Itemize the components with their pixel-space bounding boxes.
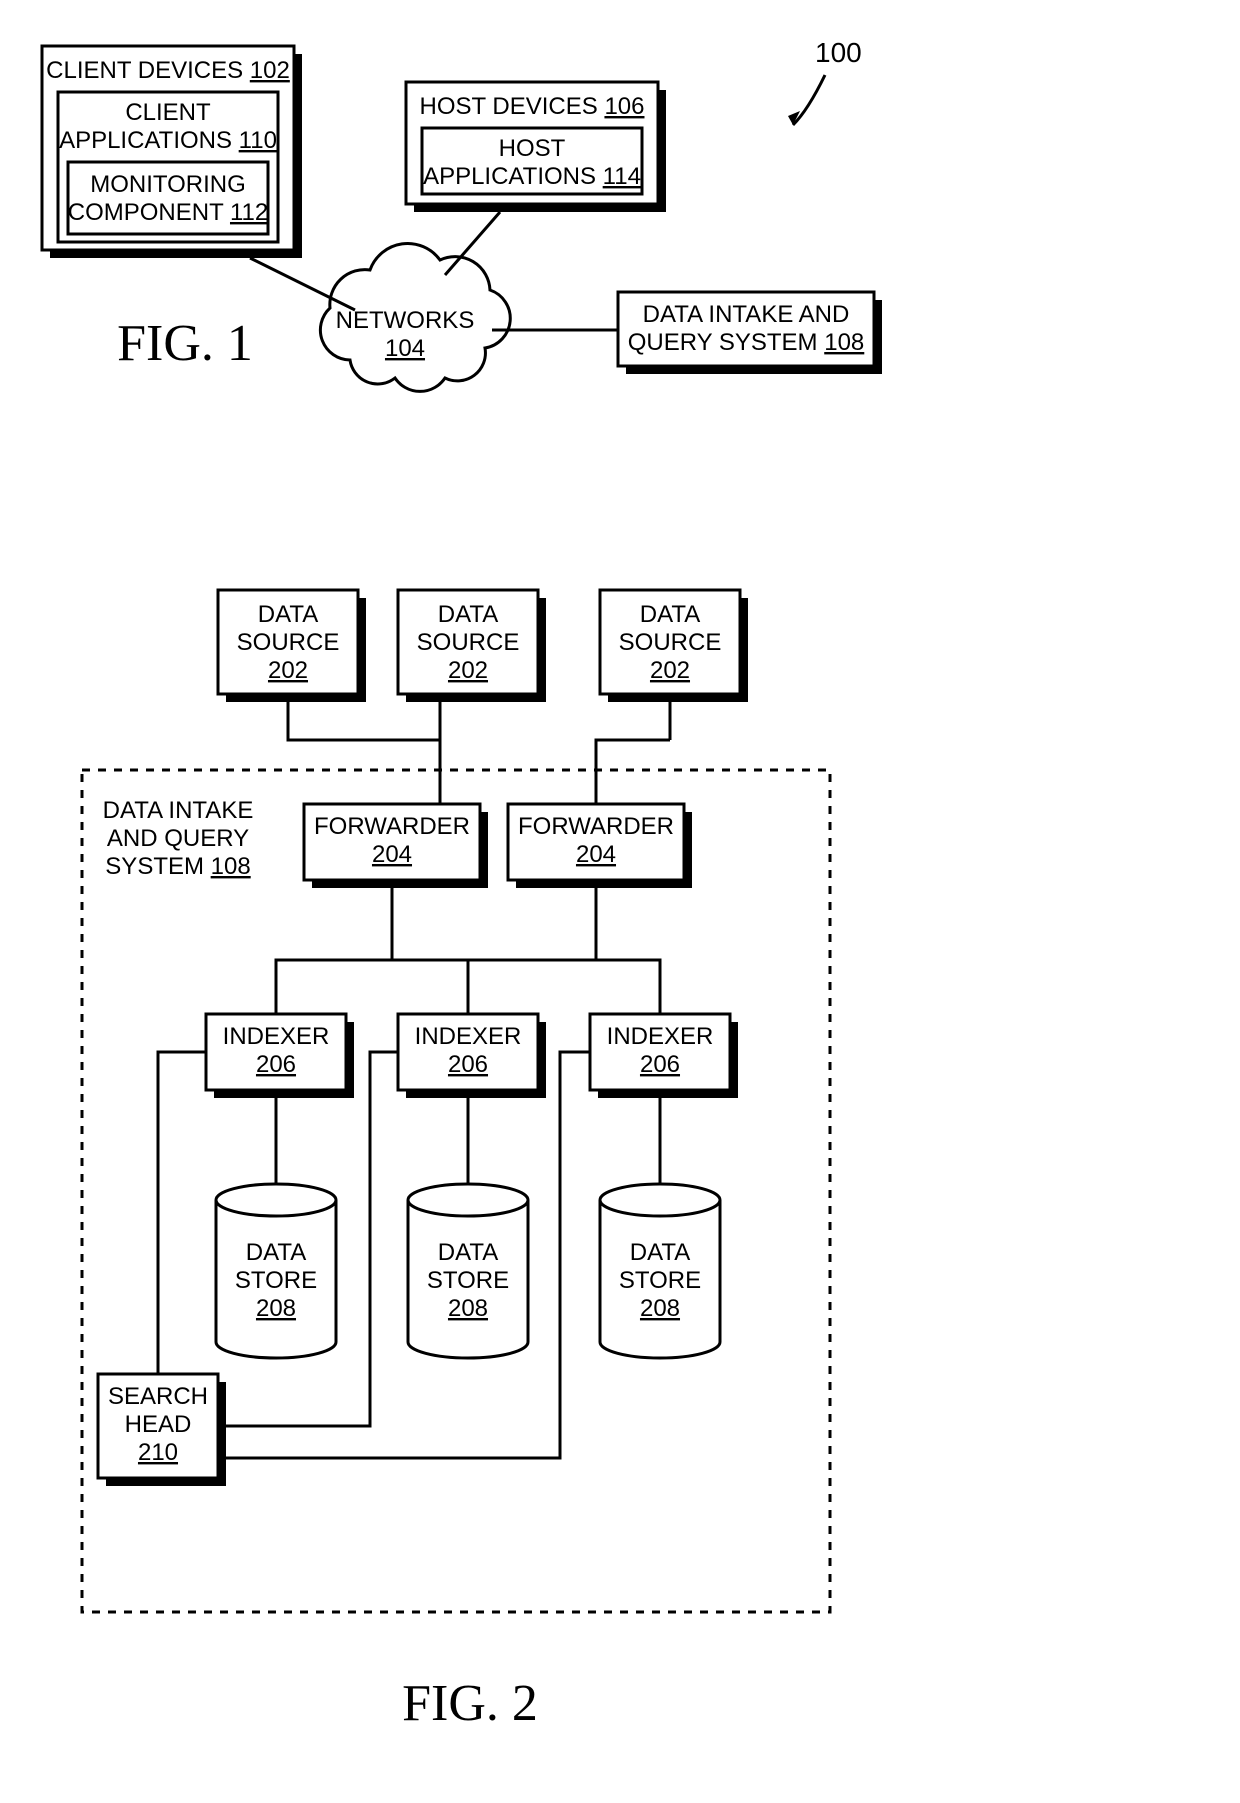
- indexer-box-3: INDEXER 206: [590, 1014, 738, 1098]
- svg-text:APPLICATIONS 110: APPLICATIONS 110: [59, 127, 277, 154]
- sys-l1: DATA INTAKE: [103, 797, 254, 824]
- dstore3-l1: DATA: [630, 1239, 690, 1266]
- ds3-ref: 202: [650, 657, 690, 684]
- search-head-box: SEARCH HEAD 210: [98, 1374, 226, 1486]
- dstore3-ref: 208: [640, 1295, 680, 1322]
- idx1-ref: 206: [256, 1051, 296, 1078]
- networks-ref: 104: [385, 335, 425, 362]
- monitoring-ref: 112: [230, 199, 268, 226]
- dstore1-l1: DATA: [246, 1239, 306, 1266]
- line-ds-fwd-3b: [596, 740, 670, 804]
- data-store-1: DATA STORE 208: [216, 1184, 336, 1358]
- dstore1-l2: STORE: [235, 1267, 317, 1294]
- fig2-caption: FIG. 2: [402, 1675, 538, 1732]
- indexer-box-1: INDEXER 206: [206, 1014, 354, 1098]
- networks-label: NETWORKS: [336, 307, 475, 334]
- data-source-box-1: DATA SOURCE 202: [218, 590, 366, 702]
- client-applications-label-l1: CLIENT: [125, 99, 211, 126]
- fwd1-ref: 204: [372, 841, 412, 868]
- svg-text:QUERY SYSTEM 108: QUERY SYSTEM 108: [628, 329, 865, 356]
- fwd2-ref: 204: [576, 841, 616, 868]
- networks-cloud: NETWORKS 104: [320, 244, 510, 392]
- sh-l2: HEAD: [125, 1411, 192, 1438]
- ds2-ref: 202: [448, 657, 488, 684]
- fwd2-l: FORWARDER: [518, 813, 674, 840]
- client-devices-ref: 102: [250, 57, 290, 84]
- forwarder-box-2: FORWARDER 204: [508, 804, 692, 888]
- client-devices-label: CLIENT DEVICES: [46, 57, 243, 84]
- svg-text:COMPONENT 112: COMPONENT 112: [68, 199, 269, 226]
- dstore1-ref: 208: [256, 1295, 296, 1322]
- ds1-ref: 202: [268, 657, 308, 684]
- fwd1-l: FORWARDER: [314, 813, 470, 840]
- ds2-l2: SOURCE: [417, 629, 520, 656]
- idx2-l: INDEXER: [415, 1023, 522, 1050]
- ds1-l2: SOURCE: [237, 629, 340, 656]
- idx1-l: INDEXER: [223, 1023, 330, 1050]
- line-sh-idx1: [158, 1052, 206, 1374]
- data-store-2: DATA STORE 208: [408, 1184, 528, 1358]
- host-devices-label: HOST DEVICES: [420, 93, 598, 120]
- dstore2-ref: 208: [448, 1295, 488, 1322]
- dstore3-l2: STORE: [619, 1267, 701, 1294]
- host-apps-label-l1: HOST: [499, 135, 566, 162]
- line-ds-fwd-1: [288, 702, 440, 804]
- sys-l3: SYSTEM: [105, 853, 204, 880]
- sh-ref: 210: [138, 1439, 178, 1466]
- monitoring-component-box: MONITORING COMPONENT 112: [68, 162, 269, 234]
- sh-l1: SEARCH: [108, 1383, 208, 1410]
- ds3-l1: DATA: [640, 601, 700, 628]
- ref-overall: 100: [815, 37, 862, 68]
- ref-arrow-curve: [793, 75, 825, 125]
- svg-text:CLIENT DEVICES 102: CLIENT DEVICES 102: [46, 57, 290, 84]
- svg-text:SYSTEM 108: SYSTEM 108: [105, 853, 250, 880]
- client-applications-ref: 110: [239, 127, 277, 154]
- dstore2-l2: STORE: [427, 1267, 509, 1294]
- svg-text:APPLICATIONS 114: APPLICATIONS 114: [423, 163, 641, 190]
- ds2-l1: DATA: [438, 601, 498, 628]
- ds3-l2: SOURCE: [619, 629, 722, 656]
- diq-label-l2: QUERY SYSTEM: [628, 329, 818, 356]
- data-source-box-2: DATA SOURCE 202: [398, 590, 546, 702]
- dstore2-l1: DATA: [438, 1239, 498, 1266]
- idx2-ref: 206: [448, 1051, 488, 1078]
- host-applications-box: HOST APPLICATIONS 114: [422, 128, 642, 194]
- diq-ref: 108: [824, 329, 864, 356]
- forwarder-box-1: FORWARDER 204: [304, 804, 488, 888]
- host-devices-ref: 106: [604, 93, 644, 120]
- diq-label-l1: DATA INTAKE AND: [643, 301, 850, 328]
- sys-l2: AND QUERY: [107, 825, 249, 852]
- fig1-caption: FIG. 1: [117, 315, 253, 372]
- line-fwd-idx-1: [276, 888, 392, 1014]
- client-applications-label-l2: APPLICATIONS: [59, 127, 232, 154]
- line-fwd-idx-2: [392, 960, 660, 1014]
- monitoring-label-l2: COMPONENT: [68, 199, 224, 226]
- monitoring-label-l1: MONITORING: [90, 171, 246, 198]
- indexer-box-2: INDEXER 206: [398, 1014, 546, 1098]
- data-store-3: DATA STORE 208: [600, 1184, 720, 1358]
- ds1-l1: DATA: [258, 601, 318, 628]
- svg-text:HOST DEVICES 106: HOST DEVICES 106: [420, 93, 645, 120]
- idx3-l: INDEXER: [607, 1023, 714, 1050]
- sys-ref: 108: [211, 853, 251, 880]
- diq-box: DATA INTAKE AND QUERY SYSTEM 108: [618, 292, 882, 374]
- host-apps-ref: 114: [603, 163, 641, 190]
- host-apps-label-l2: APPLICATIONS: [423, 163, 596, 190]
- idx3-ref: 206: [640, 1051, 680, 1078]
- data-source-box-3: DATA SOURCE 202: [600, 590, 748, 702]
